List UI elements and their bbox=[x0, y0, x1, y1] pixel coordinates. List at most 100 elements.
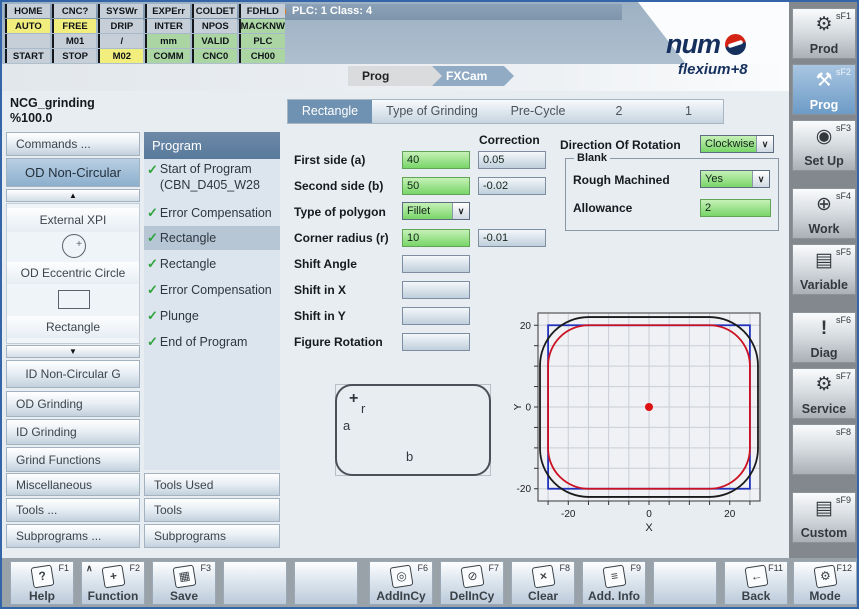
shape-diagram: + r a b bbox=[335, 384, 491, 476]
group-subprograms[interactable]: Subprograms ... bbox=[6, 524, 140, 548]
group-id-grinding[interactable]: ID Grinding bbox=[6, 419, 140, 445]
fkey-add-info[interactable]: F9 Add. Info bbox=[582, 561, 646, 605]
second-side-correction-input[interactable]: -0.02 bbox=[478, 177, 546, 195]
program-step-label: End of Program bbox=[160, 335, 248, 349]
status-cell: PLC bbox=[239, 34, 285, 48]
second-side-input[interactable]: 50 bbox=[402, 177, 470, 195]
softkey-label: Prog bbox=[793, 98, 855, 112]
svg-text:X: X bbox=[645, 522, 653, 534]
fkey-f5-empty[interactable] bbox=[294, 561, 358, 605]
tab-2[interactable]: 2 bbox=[584, 100, 654, 123]
fkey-label: F7 bbox=[488, 563, 499, 573]
figure-rotation-input[interactable] bbox=[402, 333, 470, 351]
cycle-rectangle[interactable]: Rectangle bbox=[7, 316, 139, 338]
fkey-label: F8 bbox=[559, 563, 570, 573]
softkey-work[interactable]: sF4 Work bbox=[792, 188, 856, 239]
tools-button[interactable]: Tools bbox=[144, 498, 280, 522]
allowance-input[interactable]: 2 bbox=[700, 199, 771, 217]
num-logo: num bbox=[666, 29, 746, 60]
softkey-service[interactable]: sF7 Service bbox=[792, 368, 856, 419]
softkey-prog[interactable]: sF2 Prog bbox=[792, 64, 856, 115]
fkey-label: F3 bbox=[200, 563, 211, 573]
shift-x-input[interactable] bbox=[402, 281, 470, 299]
softkey-prod[interactable]: sF1 Prod bbox=[792, 8, 856, 59]
axes-icon bbox=[793, 194, 855, 216]
chevron-down-icon[interactable] bbox=[452, 203, 469, 219]
shift-y-input[interactable] bbox=[402, 307, 470, 325]
fkey-save[interactable]: F3 Save bbox=[152, 561, 216, 605]
status-cell: COLDET bbox=[192, 4, 237, 18]
softkey-variable[interactable]: sF5 Variable bbox=[792, 244, 856, 295]
service-gear-icon bbox=[793, 374, 855, 396]
program-step-rectangle-2[interactable]: ✓ Rectangle bbox=[144, 252, 280, 276]
fkey-back[interactable]: F11 Back bbox=[724, 561, 788, 605]
tab-1[interactable]: 1 bbox=[654, 100, 723, 123]
program-step-plunge[interactable]: ✓ Plunge bbox=[144, 304, 280, 328]
fkey-f4-empty[interactable] bbox=[223, 561, 287, 605]
svg-text:20: 20 bbox=[520, 321, 532, 332]
polygon-type-dropdown[interactable]: Fillet bbox=[402, 202, 470, 220]
fkey-clear[interactable]: F8 Clear bbox=[511, 561, 575, 605]
fkey-label: F9 bbox=[630, 563, 641, 573]
add-cycle-icon bbox=[389, 564, 413, 588]
first-side-input[interactable]: 40 bbox=[402, 151, 470, 169]
softkey-custom[interactable]: sF9 Custom bbox=[792, 492, 856, 543]
program-step-error-comp-1[interactable]: ✓ Error Compensation bbox=[144, 201, 280, 224]
direction-of-rotation-dropdown[interactable]: Clockwise bbox=[700, 135, 774, 153]
program-step-error-comp-2[interactable]: ✓ Error Compensation bbox=[144, 278, 280, 302]
tab-type-of-grinding[interactable]: Type of Grinding bbox=[372, 100, 492, 123]
status-cell: CNC? bbox=[52, 4, 97, 18]
softkey-label: Variable bbox=[793, 278, 855, 292]
tab-rectangle[interactable]: Rectangle bbox=[288, 100, 372, 123]
chevron-down-icon[interactable] bbox=[756, 136, 773, 152]
fkey-label: F6 bbox=[417, 563, 428, 573]
status-cell: START bbox=[5, 49, 50, 63]
program-list-header: Program bbox=[144, 132, 280, 159]
tab-pre-cycle[interactable]: Pre-Cycle bbox=[492, 100, 584, 123]
group-od-non-circular[interactable]: OD Non-Circular bbox=[6, 158, 140, 187]
first-side-correction-input[interactable]: 0.05 bbox=[478, 151, 546, 169]
softkey-set-up[interactable]: sF3 Set Up bbox=[792, 120, 856, 171]
chevron-down-icon[interactable] bbox=[752, 171, 769, 187]
program-step-start[interactable]: ✓ Start of Program (CBN_D405_W28 bbox=[144, 161, 280, 198]
fkey-mode[interactable]: F12 Mode bbox=[793, 561, 857, 605]
svg-text:-20: -20 bbox=[561, 509, 576, 520]
fkey-caption: Mode bbox=[794, 589, 856, 603]
group-grind-functions[interactable]: Grind Functions bbox=[6, 447, 140, 472]
back-arrow-icon bbox=[744, 564, 768, 588]
status-cell: NPOS bbox=[192, 19, 237, 33]
polygon-type-label: Type of polygon bbox=[294, 205, 386, 219]
cycle-od-eccentric-circle[interactable]: OD Eccentric Circle bbox=[7, 262, 139, 284]
check-icon: ✓ bbox=[147, 334, 158, 350]
softkey-diag[interactable]: sF6 Diag bbox=[792, 312, 856, 363]
fkey-caption: Back bbox=[725, 589, 787, 603]
radius-cross-icon: + bbox=[349, 390, 358, 408]
subprograms-button[interactable]: Subprograms bbox=[144, 524, 280, 548]
cycle-external-xpi[interactable]: External XPI bbox=[7, 208, 139, 232]
fkey-function[interactable]: ∧ F2 Function bbox=[81, 561, 145, 605]
fkey-addincy[interactable]: F6 AddInCy bbox=[369, 561, 433, 605]
shift-angle-input[interactable] bbox=[402, 255, 470, 273]
softkey-sf8-empty[interactable]: sF8 bbox=[792, 424, 856, 475]
group-tools[interactable]: Tools ... bbox=[6, 498, 140, 522]
svg-text:Y: Y bbox=[514, 403, 524, 411]
breadcrumb-fxcam[interactable]: FXCam bbox=[432, 66, 514, 86]
rough-machined-dropdown[interactable]: Yes bbox=[700, 170, 770, 188]
fkey-help[interactable]: F1 Help bbox=[10, 561, 74, 605]
softkey-label: Work bbox=[793, 222, 855, 236]
fkey-f10-empty[interactable] bbox=[653, 561, 717, 605]
corner-radius-input[interactable]: 10 bbox=[402, 229, 470, 247]
program-step-rectangle-selected[interactable]: ✓ Rectangle bbox=[144, 226, 280, 250]
corner-radius-correction-input[interactable]: -0.01 bbox=[478, 229, 546, 247]
group-miscellaneous[interactable]: Miscellaneous bbox=[6, 473, 140, 496]
group-od-grinding[interactable]: OD Grinding bbox=[6, 391, 140, 417]
tools-used-button[interactable]: Tools Used bbox=[144, 473, 280, 496]
scroll-down-button[interactable] bbox=[6, 345, 140, 358]
commands-button[interactable]: Commands ... bbox=[6, 132, 140, 156]
group-id-non-circular[interactable]: ID Non-Circular G bbox=[6, 360, 140, 388]
program-step-end[interactable]: ✓ End of Program bbox=[144, 330, 280, 354]
scroll-up-button[interactable] bbox=[6, 189, 140, 202]
hammer-icon bbox=[793, 70, 855, 92]
fkey-delincy[interactable]: F7 DelInCy bbox=[440, 561, 504, 605]
breadcrumb-prog[interactable]: Prog bbox=[348, 66, 444, 86]
